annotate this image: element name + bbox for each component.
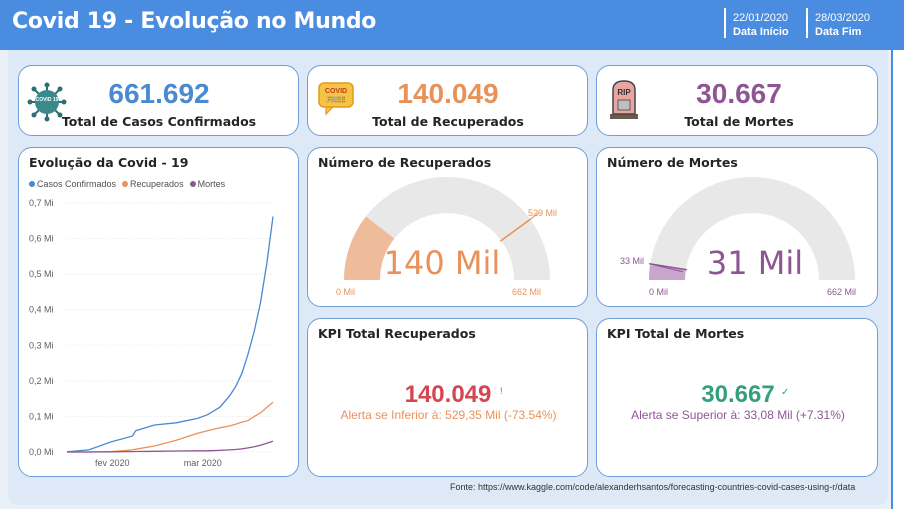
gauge-center-value: 140 Mil (383, 244, 501, 282)
deaths-gauge[interactable] (597, 148, 877, 306)
legend-item-recovered[interactable]: Recuperados (122, 179, 184, 189)
kpi-recovered-alert: Alerta se Inferior à: 529,35 Mil (-73.54… (340, 408, 557, 422)
kpi-title: KPI Total Recuperados (318, 326, 476, 341)
confirmed-cases-card[interactable]: COVID 19 661.692 Total de Casos Confirma… (18, 65, 299, 136)
gauge-target-label: 33 Mil (620, 256, 645, 266)
gauge-max-label: 662 Mil (512, 287, 542, 297)
recovered-gauge-card[interactable]: Número de Recuperados 140 Mil 0 Mil 662 … (307, 147, 588, 307)
page-title: Covid 19 - Evolução no Mundo (12, 9, 377, 34)
end-date-label: Data Fim (815, 26, 862, 38)
y-tick-label: 0,5 Mi (29, 269, 54, 279)
header-bar: Covid 19 - Evolução no Mundo 22/01/2020 … (0, 0, 904, 50)
series-line-2[interactable] (67, 401, 274, 453)
tombstone-icon: RIP (610, 80, 638, 119)
y-tick-label: 0,2 Mi (29, 376, 54, 386)
y-tick-label: 0,3 Mi (29, 340, 54, 350)
y-tick-label: 0,4 Mi (29, 305, 54, 315)
y-tick-label: 0,7 Mi (29, 198, 54, 208)
confirmed-label: Total de Casos Confirmados (61, 114, 257, 129)
start-date-filter[interactable]: 22/01/2020 Data Início (733, 11, 789, 39)
start-date-value: 22/01/2020 (733, 12, 789, 24)
legend-label: Mortes (197, 179, 226, 189)
deaths-value: 30.667 (696, 78, 782, 109)
recovered-gauge[interactable] (308, 148, 587, 306)
line-chart[interactable]: 0,0 Mi 0,1 Mi 0,2 Mi 0,3 Mi 0,4 Mi 0,5 Mi 0,6 … (19, 193, 298, 473)
deaths-label: Total de Mortes (684, 114, 794, 129)
kpi-title: KPI Total de Mortes (607, 326, 745, 341)
recovered-card[interactable]: COVID FREE 140.049 Total de Recuperados (307, 65, 588, 136)
kpi-recovered-card[interactable]: KPI Total Recuperados 140.049 ! Alerta s… (307, 318, 588, 477)
kpi-alert-indicator: ! (500, 386, 503, 396)
check-icon: ✓ (781, 387, 790, 398)
gauge-max-label: 662 Mil (827, 287, 857, 297)
gauge-target-label: 529 Mil (528, 208, 558, 218)
legend-label: Casos Confirmados (37, 179, 117, 189)
evolution-chart-card[interactable]: Evolução da Covid - 19 Casos Confirmados… (18, 147, 299, 477)
y-tick-label: 0,1 Mi (29, 411, 54, 421)
gauge-min-label: 0 Mil (649, 287, 669, 297)
deaths-card[interactable]: RIP 30.667 Total de Mortes (596, 65, 878, 136)
legend-item-confirmed[interactable]: Casos Confirmados (29, 179, 116, 189)
kpi-deaths-alert: Alerta se Superior à: 33,08 Mil (+7.31%) (631, 408, 845, 422)
deaths-gauge-card[interactable]: Número de Mortes 31 Mil 0 Mil 662 Mil 33… (596, 147, 878, 307)
svg-text:RIP: RIP (617, 88, 631, 97)
legend-label: Recuperados (130, 179, 184, 189)
source-link[interactable]: Fonte: https://www.kaggle.com/code/alexa… (450, 482, 855, 492)
gauge-min-label: 0 Mil (336, 287, 356, 297)
chart-legend: Casos Confirmados Recuperados Mortes (29, 179, 225, 189)
recovered-value: 140.049 (397, 78, 499, 109)
y-tick-label: 0,0 Mi (29, 447, 54, 457)
confirmed-value: 661.692 (108, 78, 210, 109)
start-date-label: Data Início (733, 26, 789, 38)
virus-icon-text: COVID 19 (36, 97, 59, 103)
legend-item-deaths[interactable]: Mortes (189, 179, 226, 189)
svg-text:COVID: COVID (325, 88, 347, 95)
kpi-deaths-value: 30.667 (701, 381, 775, 408)
end-date-filter[interactable]: 28/03/2020 Data Fim (815, 11, 870, 39)
svg-text:FREE: FREE (327, 97, 346, 104)
kpi-deaths-card[interactable]: KPI Total de Mortes 30.667 ✓ Alerta se S… (596, 318, 878, 477)
end-date-value: 28/03/2020 (815, 12, 871, 24)
recovered-label: Total de Recuperados (372, 114, 524, 129)
x-tick-label: fev 2020 (95, 458, 130, 468)
kpi-recovered-value: 140.049 (404, 381, 492, 408)
chart-title: Evolução da Covid - 19 (29, 155, 189, 170)
y-tick-label: 0,6 Mi (29, 234, 54, 244)
x-tick-label: mar 2020 (184, 458, 222, 468)
divider (806, 8, 808, 38)
divider (724, 8, 726, 38)
gauge-center-value: 31 Mil (706, 244, 804, 282)
